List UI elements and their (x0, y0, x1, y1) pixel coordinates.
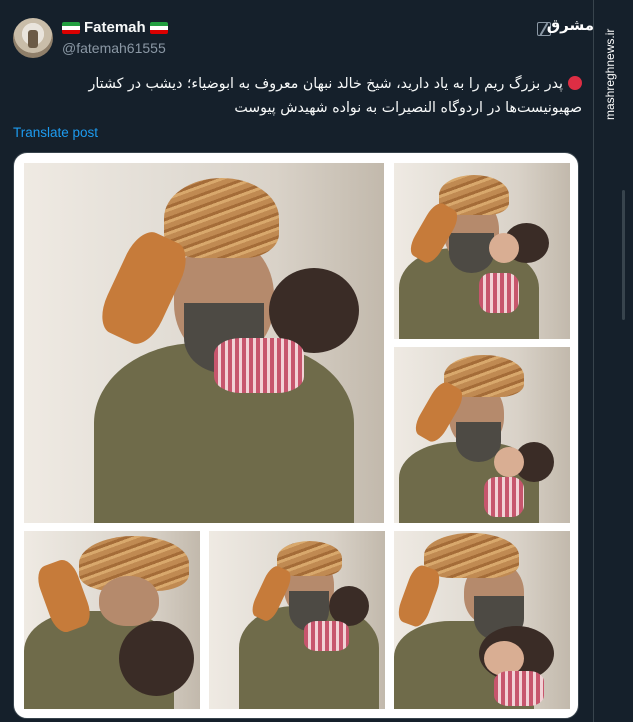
author-name-row[interactable]: Fatemah (62, 19, 168, 36)
display-name[interactable]: Fatemah (84, 19, 146, 36)
iran-flag-icon (149, 21, 168, 34)
avatar[interactable] (13, 18, 53, 58)
user-handle[interactable]: @fatemah61555 (62, 40, 166, 56)
tweet: Fatemah @fatemah61555 مشرق mashreghnews.… (0, 0, 633, 722)
mashregh-logo: مشرق (546, 16, 594, 34)
tweet-text: پدر بزرگ ریم را به یاد دارید، شیخ خالد ن… (14, 72, 582, 120)
watermark: mashreghnews.ir (603, 28, 617, 120)
photo-5[interactable] (209, 531, 385, 709)
iran-flag-icon (62, 21, 80, 34)
photo-3[interactable] (394, 347, 570, 523)
translate-post-link[interactable]: Translate post (13, 125, 98, 140)
photo-4[interactable] (24, 531, 200, 709)
photo-2[interactable] (394, 163, 570, 339)
photo-6[interactable] (394, 531, 570, 709)
tweet-text-content: پدر بزرگ ریم را به یاد دارید، شیخ خالد ن… (88, 76, 582, 116)
photo-1[interactable] (24, 163, 384, 523)
scrollbar[interactable] (622, 190, 625, 320)
media-grid[interactable] (13, 152, 579, 719)
red-circle-icon (568, 76, 582, 90)
